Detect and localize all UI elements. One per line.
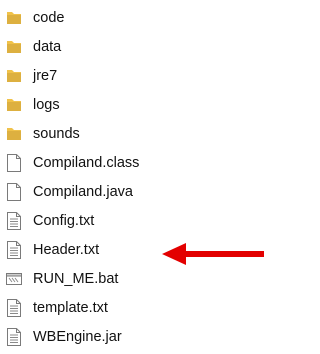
- file-name: Config.txt: [33, 213, 95, 229]
- list-item-folder-sounds[interactable]: sounds: [4, 121, 80, 147]
- file-name: data: [33, 39, 62, 55]
- text-file-icon: [4, 210, 24, 232]
- folder-icon: [4, 36, 24, 58]
- list-item-file-header-txt[interactable]: Header.txt: [4, 237, 99, 263]
- list-item-folder-logs[interactable]: logs: [4, 92, 60, 118]
- file-name: Compiland.java: [33, 184, 133, 200]
- file-name: Header.txt: [33, 242, 100, 258]
- list-item-file-compiland-class[interactable]: Compiland.class: [4, 150, 139, 176]
- text-file-icon: [4, 239, 24, 261]
- file-name: sounds: [33, 126, 80, 142]
- list-item-file-run-me-bat[interactable]: RUN_ME.bat: [4, 266, 118, 292]
- file-name: jre7: [33, 68, 58, 84]
- folder-icon: [4, 65, 24, 87]
- file-name: code: [33, 10, 65, 26]
- list-item-file-template-txt[interactable]: template.txt: [4, 295, 108, 321]
- red-arrow-annotation: [162, 243, 264, 265]
- file-list: code data jre7 logs sounds Compiland.cla…: [0, 0, 270, 354]
- list-item-folder-jre7[interactable]: jre7: [4, 63, 57, 89]
- text-file-icon: [4, 297, 24, 319]
- text-file-icon: [4, 326, 24, 348]
- file-name: WBEngine.jar: [33, 329, 122, 345]
- file-name: RUN_ME.bat: [33, 271, 119, 287]
- file-name: logs: [33, 97, 60, 113]
- folder-icon: [4, 94, 24, 116]
- file-icon: [4, 152, 24, 174]
- batch-file-icon: [4, 268, 24, 290]
- list-item-folder-data[interactable]: data: [4, 34, 61, 60]
- list-item-file-compiland-java[interactable]: Compiland.java: [4, 179, 133, 205]
- list-item-folder-code[interactable]: code: [4, 5, 64, 31]
- list-item-file-wbengine-jar[interactable]: WBEngine.jar: [4, 324, 122, 350]
- list-item-file-config-txt[interactable]: Config.txt: [4, 208, 94, 234]
- file-name: Compiland.class: [33, 155, 140, 171]
- folder-icon: [4, 7, 24, 29]
- file-name: template.txt: [33, 300, 108, 316]
- file-icon: [4, 181, 24, 203]
- folder-icon: [4, 123, 24, 145]
